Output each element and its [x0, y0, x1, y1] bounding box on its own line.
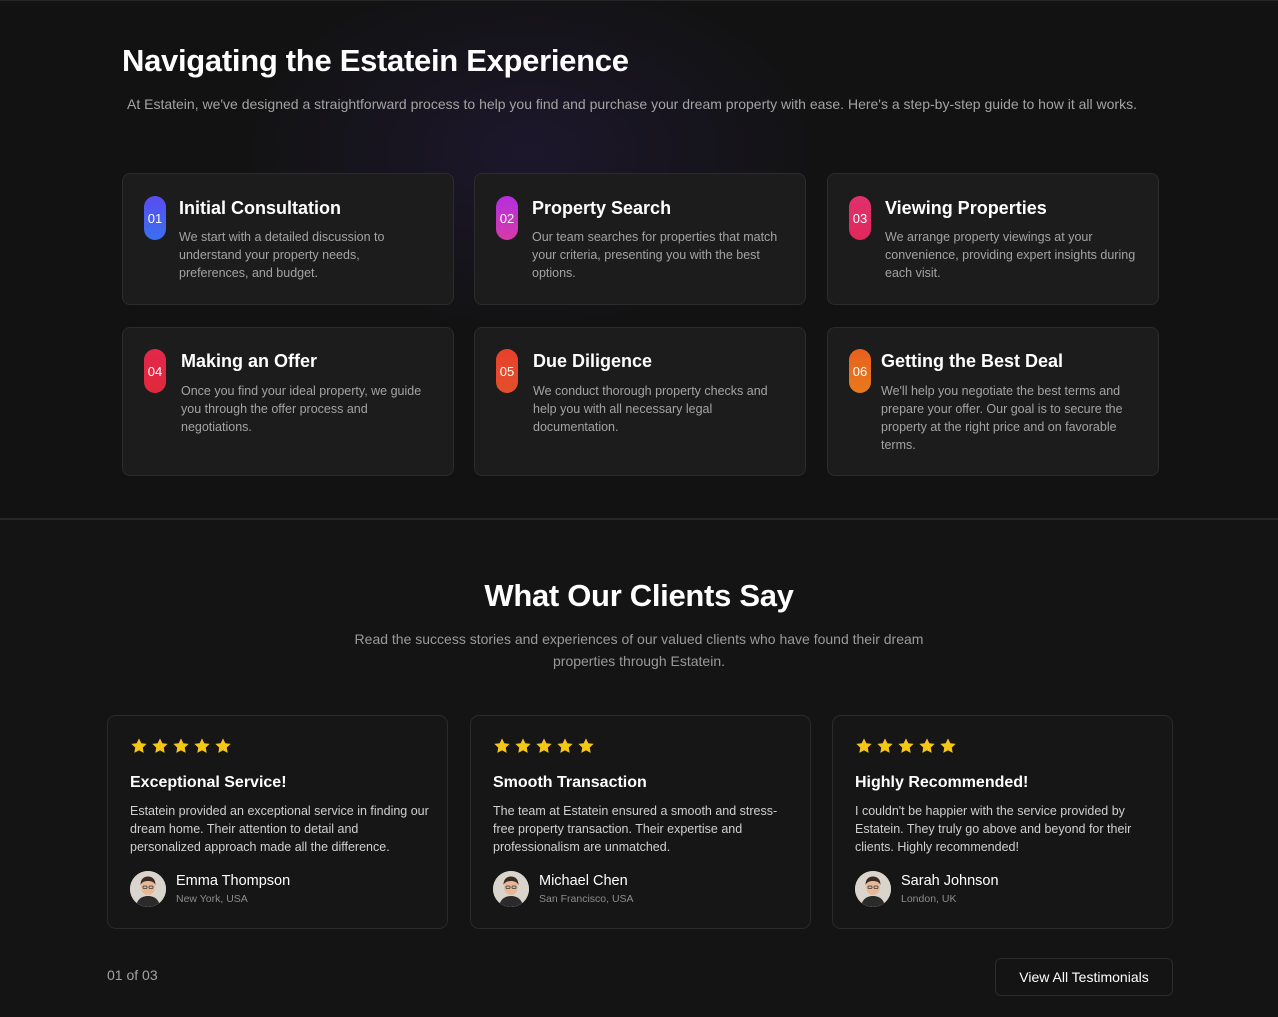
step-title: Property Search — [532, 198, 672, 218]
testimonials-title: What Our Clients Say — [484, 578, 794, 613]
star-icon — [898, 738, 914, 753]
testimonial-title: Smooth Transaction — [493, 774, 647, 791]
star-icon — [877, 738, 893, 753]
step-description: We'll help you negotiate the best terms … — [881, 384, 1123, 452]
star-icon — [131, 738, 147, 753]
step-title: Initial Consultation — [179, 198, 341, 218]
testimonial-body: I couldn't be happier with the service p… — [855, 804, 1132, 854]
step-title: Viewing Properties — [885, 198, 1047, 218]
avatar — [493, 871, 529, 907]
client-name: Sarah Johnson — [901, 873, 999, 889]
step-title: Due Diligence — [533, 351, 653, 371]
star-rating — [855, 737, 957, 755]
testimonial-body: The team at Estatein ensured a smooth an… — [493, 804, 778, 854]
testimonial-title: Exceptional Service! — [130, 774, 287, 791]
star-icon — [940, 738, 956, 753]
client-location: London, UK — [901, 893, 957, 905]
testimonial-body: Estatein provided an exceptional service… — [130, 804, 429, 854]
client-location: San Francisco, USA — [539, 893, 634, 905]
star-icon — [515, 738, 531, 753]
star-icon — [215, 738, 231, 753]
step-card: 06 Getting the Best Deal We'll help you … — [827, 327, 1159, 476]
step-description: We arrange property viewings at your con… — [885, 230, 1136, 280]
client-name: Emma Thompson — [176, 873, 291, 889]
avatar — [855, 871, 891, 907]
star-icon — [536, 738, 552, 753]
testimonials-section: What Our Clients Say Read the success st… — [0, 520, 1278, 1017]
step-card: 05 Due Diligence We conduct thorough pro… — [474, 327, 806, 476]
star-rating — [493, 737, 595, 755]
client-name: Michael Chen — [539, 873, 628, 889]
step-description: Once you find your ideal property, we gu… — [181, 384, 422, 434]
step-card: 04 Making an Offer Once you find your id… — [122, 327, 454, 476]
step-number-badge: 02 — [496, 196, 518, 240]
view-all-testimonials-button[interactable]: View All Testimonials — [995, 958, 1173, 996]
testimonials-subtitle: Read the success stories and experiences… — [354, 631, 924, 669]
process-section: Navigating the Estatein Experience At Es… — [0, 0, 1278, 519]
star-rating — [130, 737, 232, 755]
testimonial-title: Highly Recommended! — [855, 774, 1029, 791]
star-icon — [494, 738, 510, 753]
step-card: 02 Property Search Our team searches for… — [474, 173, 806, 305]
step-card: 03 Viewing Properties We arrange propert… — [827, 173, 1159, 305]
step-description: We start with a detailed discussion to u… — [179, 230, 385, 280]
step-number-badge: 04 — [144, 349, 166, 393]
person-icon — [855, 871, 891, 907]
client-location: New York, USA — [176, 893, 248, 905]
testimonial-card: Exceptional Service! Estatein provided a… — [107, 715, 448, 929]
star-icon — [194, 738, 210, 753]
testimonial-card: Highly Recommended! I couldn't be happie… — [832, 715, 1173, 929]
person-icon — [130, 871, 166, 907]
star-icon — [919, 738, 935, 753]
person-icon — [493, 871, 529, 907]
testimonial-card: Smooth Transaction The team at Estatein … — [470, 715, 811, 929]
star-icon — [578, 738, 594, 753]
step-number-badge: 01 — [144, 196, 166, 240]
star-icon — [173, 738, 189, 753]
step-number-badge: 06 — [849, 349, 871, 393]
star-icon — [557, 738, 573, 753]
pagination-counter: 01 of 03 — [107, 967, 158, 983]
process-title: Navigating the Estatein Experience — [122, 43, 629, 78]
step-description: We conduct thorough property checks and … — [533, 384, 768, 434]
step-number-badge: 03 — [849, 196, 871, 240]
star-icon — [152, 738, 168, 753]
step-title: Making an Offer — [181, 351, 318, 371]
avatar — [130, 871, 166, 907]
step-card: 01 Initial Consultation We start with a … — [122, 173, 454, 305]
step-description: Our team searches for properties that ma… — [532, 230, 778, 280]
page: Navigating the Estatein Experience At Es… — [0, 0, 1278, 1017]
step-number-badge: 05 — [496, 349, 518, 393]
process-subtitle: At Estatein, we've designed a straightfo… — [127, 96, 1137, 112]
star-icon — [856, 738, 872, 753]
step-title: Getting the Best Deal — [881, 351, 1064, 371]
